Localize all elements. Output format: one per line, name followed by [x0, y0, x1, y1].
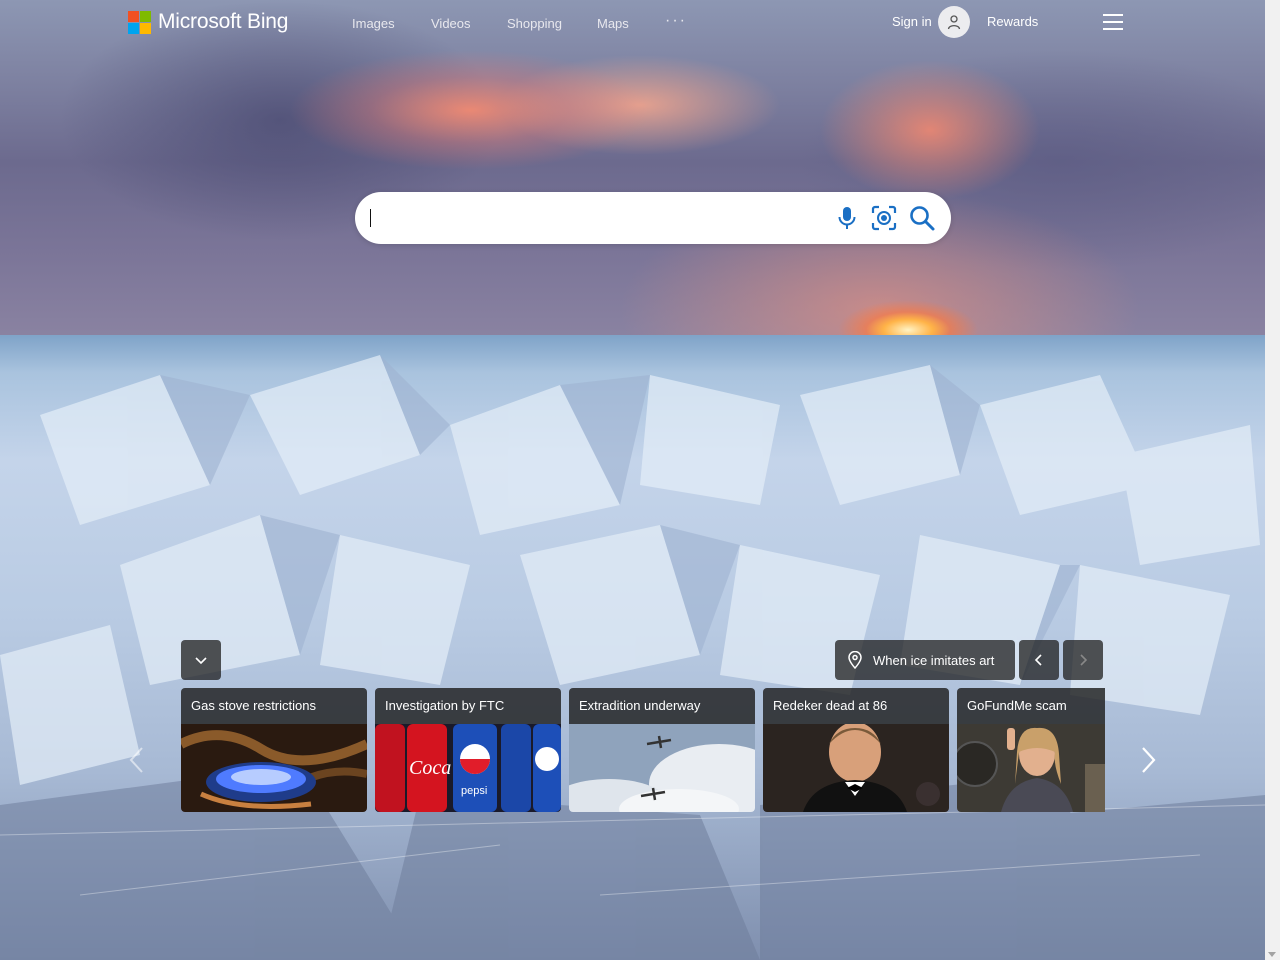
carousel-next-button[interactable] [1134, 740, 1164, 780]
news-card[interactable]: Extradition underway [569, 688, 755, 812]
news-card[interactable]: GoFundMe scam [957, 688, 1105, 812]
news-title: Extradition underway [579, 698, 701, 713]
news-title: Investigation by FTC [385, 698, 505, 713]
news-thumbnail: Coca pepsi [375, 724, 561, 812]
collapse-feed-button[interactable] [181, 640, 221, 680]
search-box [355, 192, 951, 244]
news-thumbnail [181, 724, 367, 812]
user-icon[interactable] [938, 6, 970, 38]
nav-images[interactable]: Images [352, 16, 395, 31]
scrollbar[interactable] [1265, 0, 1280, 960]
previous-image-button[interactable] [1019, 640, 1059, 680]
news-thumbnail [569, 724, 755, 812]
bing-logo[interactable]: Microsoft Bing [128, 10, 288, 34]
logo-text: Microsoft Bing [158, 10, 289, 33]
text-cursor [370, 209, 371, 227]
news-title: GoFundMe scam [967, 698, 1067, 713]
chevron-right-icon [1142, 747, 1156, 773]
news-card[interactable]: Redeker dead at 86 [763, 688, 949, 812]
scroll-down-arrow-icon[interactable] [1268, 952, 1276, 957]
news-title: Gas stove restrictions [191, 698, 316, 713]
svg-text:pepsi: pepsi [461, 785, 487, 797]
rewards-link[interactable]: Rewards [987, 14, 1038, 29]
search-icon[interactable] [908, 204, 936, 232]
sky [0, 0, 1265, 360]
svg-text:Coca: Coca [409, 757, 451, 779]
news-carousel: Gas stove restrictions Investigation by … [181, 688, 1105, 812]
carousel-prev-button[interactable] [122, 740, 152, 780]
news-card[interactable]: Investigation by FTC Coca pepsi [375, 688, 561, 812]
news-title: Redeker dead at 86 [773, 698, 888, 713]
news-thumbnail [763, 724, 949, 812]
next-image-button[interactable] [1063, 640, 1103, 680]
news-thumbnail [957, 724, 1105, 812]
search-input[interactable] [371, 200, 815, 238]
image-caption-button[interactable]: When ice imitates art [835, 640, 1015, 680]
chevron-left-icon [129, 747, 143, 773]
nav-maps[interactable]: Maps [597, 16, 629, 31]
header: Microsoft Bing Images Videos Shopping Ma… [0, 0, 1265, 44]
nav-shopping[interactable]: Shopping [507, 16, 562, 31]
sign-in-link[interactable]: Sign in [892, 14, 932, 29]
hamburger-icon[interactable] [1103, 14, 1123, 30]
chevron-down-icon [195, 657, 207, 665]
microphone-icon[interactable] [833, 204, 861, 232]
nav-videos[interactable]: Videos [431, 16, 471, 31]
microsoft-logo-icon [128, 10, 151, 34]
visual-search-icon[interactable] [870, 204, 898, 232]
background-image [0, 0, 1265, 960]
image-caption: When ice imitates art [873, 652, 995, 668]
chevron-left-icon [1034, 654, 1042, 666]
news-card[interactable]: Gas stove restrictions [181, 688, 367, 812]
chevron-right-icon [1080, 654, 1088, 666]
nav-more-button[interactable]: ··· [665, 12, 687, 30]
location-pin-icon [848, 651, 862, 669]
